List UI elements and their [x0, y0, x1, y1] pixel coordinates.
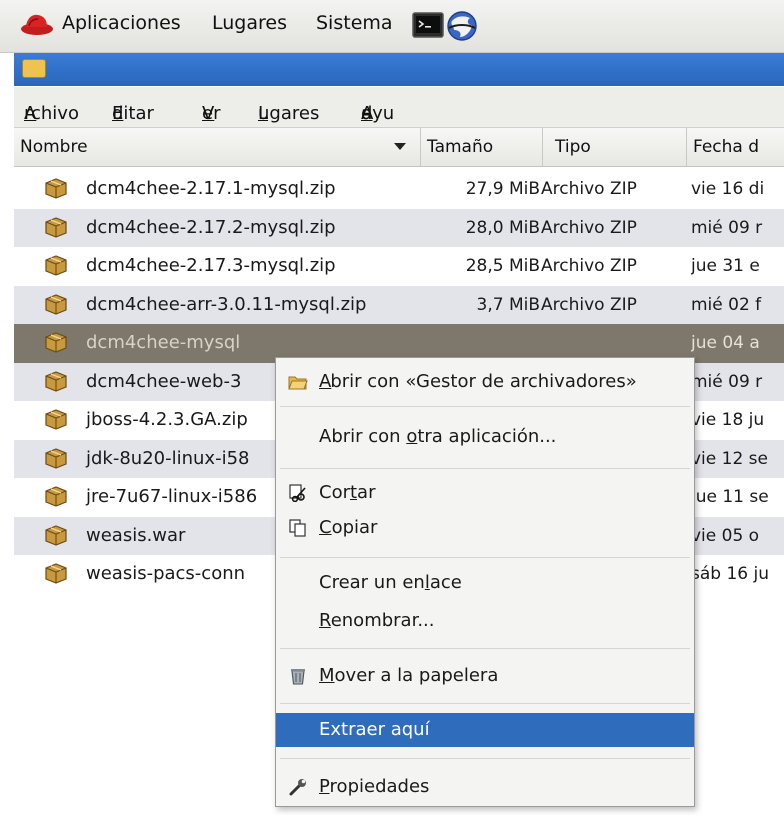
folder-icon [22, 59, 46, 78]
column-header: Nombre Tamaño Tipo Fecha d [14, 128, 784, 167]
file-name: dcm4chee-arr-3.0.11-mysql.zip [86, 293, 367, 315]
file-date: mié 09 r [691, 371, 763, 392]
web-browser-icon[interactable] [446, 10, 478, 42]
trash-icon [291, 669, 305, 685]
zip-archive-icon [45, 332, 67, 353]
redhat-icon [21, 14, 53, 35]
menu-separator [280, 557, 690, 558]
sort-descending-icon [394, 143, 406, 150]
file-row[interactable]: dcm4chee-2.17.2-mysql.zip 28,0 MiB Archivo… [14, 208, 784, 247]
file-date: jue 04 a [691, 333, 760, 353]
folder-open-icon [288, 376, 308, 390]
file-size: 28,5 MiB [465, 256, 540, 276]
file-date: vie 16 di [691, 179, 765, 199]
zip-archive-icon [45, 524, 67, 546]
column-nombre[interactable]: Nombre [14, 128, 420, 166]
zip-archive-icon [45, 370, 67, 392]
zip-archive-icon [45, 409, 67, 430]
file-type: Archivo ZIP [541, 179, 637, 199]
file-date: sáb 16 ju [691, 564, 770, 584]
file-name: jboss-4.2.3.GA.zip [86, 409, 248, 430]
menu-separator [280, 758, 690, 759]
menu-item-open-archive-manager[interactable]: Abrir con «Gestor de archivadores» [276, 365, 694, 399]
menu-item-extract-here[interactable]: Extraer aquí [276, 713, 694, 747]
column-fecha[interactable]: Fecha d [686, 128, 784, 166]
file-type: Archivo ZIP [541, 217, 637, 238]
menu-item-cut[interactable]: Cortar [276, 476, 694, 510]
file-name: dcm4chee-web-3 [86, 370, 242, 392]
file-name: dcm4chee-2.17.3-mysql.zip [86, 255, 336, 276]
column-tamano[interactable]: Tamaño [420, 128, 542, 166]
menu-separator [280, 406, 690, 407]
window-titlebar[interactable] [14, 53, 784, 86]
menu-item-properties[interactable]: Propiedades [276, 770, 694, 804]
terminal-icon[interactable] [412, 12, 444, 40]
file-date: jue 11 se [691, 487, 769, 507]
file-row[interactable]: dcm4chee-arr-3.0.11-mysql.zip 3,7 MiB Arch… [14, 285, 784, 324]
wrench-icon [289, 779, 306, 796]
file-size: 27,9 MiB [465, 179, 540, 199]
zip-archive-icon [45, 255, 67, 276]
menu-item-move-to-trash[interactable]: Mover a la papelera [276, 659, 694, 693]
zip-archive-icon [45, 293, 67, 315]
file-row[interactable]: dcm4chee-2.17.1-mysql.zip 27,9 MiB Archivo… [14, 170, 784, 209]
menu-item-copy[interactable]: Copiar [276, 511, 694, 545]
panel-menu-aplicaciones[interactable]: Aplicaciones [62, 12, 181, 34]
menu-item-create-link[interactable]: Crear un enlace [276, 566, 694, 600]
file-name: weasis-pacs-conn [86, 563, 246, 584]
file-name: dcm4chee-2.17.1-mysql.zip [86, 178, 336, 199]
menu-separator [280, 468, 690, 469]
file-date: jue 31 e [691, 256, 760, 276]
menu-separator [280, 648, 690, 649]
panel-menu-sistema[interactable]: Sistema [316, 12, 393, 34]
file-name: weasis.war [86, 524, 186, 546]
context-menu: Abrir con «Gestor de archivadores» Abrir… [275, 357, 695, 807]
copy-icon [289, 519, 306, 537]
menubar: Archivo Editar Ver Lugares Ayu d a [14, 87, 784, 128]
file-name: jdk-8u20-linux-i58 [86, 447, 250, 469]
file-type: Archivo ZIP [541, 256, 637, 276]
file-name: dcm4chee-mysql [86, 332, 241, 353]
file-date: mié 02 f [691, 294, 762, 315]
file-size: 3,7 MiB [476, 294, 541, 315]
scissors-icon [289, 484, 306, 502]
zip-archive-icon [45, 447, 67, 469]
zip-archive-icon [45, 178, 67, 199]
column-tipo[interactable]: Tipo [542, 128, 687, 166]
menu-item-open-other-app[interactable]: Abrir con otra aplicación... [276, 420, 694, 454]
menu-item-rename[interactable]: Renombrar... [276, 604, 694, 638]
file-date: mié 09 r [691, 217, 763, 238]
file-date: vie 05 o [691, 525, 760, 546]
file-type: Archivo ZIP [541, 294, 637, 315]
top-panel: Aplicaciones Lugares Sistema [0, 0, 784, 53]
panel-menu-lugares[interactable]: Lugares [212, 12, 287, 34]
file-date: vie 18 ju [691, 410, 765, 430]
menu-separator [280, 703, 690, 704]
file-name: jre-7u67-linux-i586 [86, 486, 258, 507]
file-row[interactable]: dcm4chee-2.17.3-mysql.zip 28,5 MiB Archivo… [14, 247, 784, 286]
file-date: vie 12 se [691, 448, 768, 469]
file-name: dcm4chee-2.17.2-mysql.zip [86, 216, 336, 238]
zip-archive-icon [45, 486, 67, 507]
open-with-label: brir con «Gestor de archivadores» [330, 371, 637, 392]
zip-archive-icon [45, 216, 67, 238]
file-size: 28,0 MiB [465, 217, 540, 238]
zip-archive-icon [45, 563, 67, 584]
